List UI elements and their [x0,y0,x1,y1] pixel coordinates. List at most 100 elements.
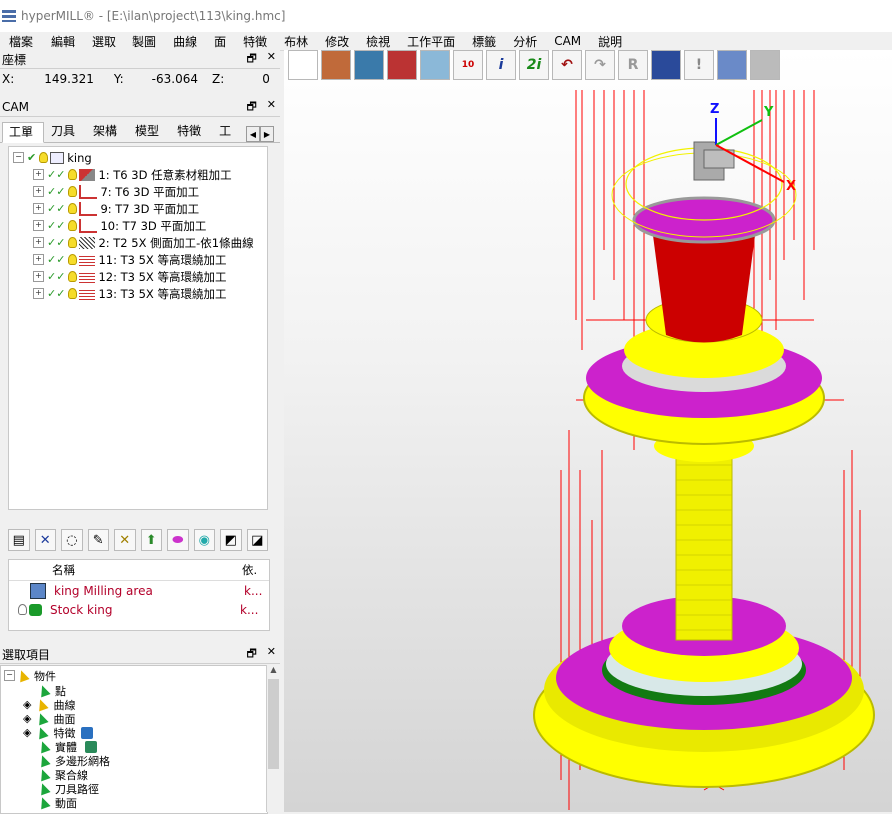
menu-help[interactable]: 說明 [598,33,622,50]
tab-structure[interactable]: 架構 [86,121,128,142]
job-item[interactable]: + ✓✓ 7: T6 3D 平面加工 [33,183,199,200]
reference-row[interactable]: Stock king k... [9,600,269,619]
menu-file[interactable]: 檔案 [9,33,33,50]
expand-icon[interactable]: + [33,271,44,282]
menu-analysis[interactable]: 分析 [513,33,537,50]
tab-scroll-left-icon[interactable]: ◀ [246,126,260,142]
edit-icon[interactable]: ✎ [87,529,109,551]
tree-root[interactable]: − ✔ king [13,149,92,166]
expand-diamond-icon[interactable]: ◈ [23,698,31,711]
scroll-thumb[interactable] [268,679,279,769]
tab-models[interactable]: 模型 [128,121,170,142]
model-view[interactable]: Z Y X [284,50,892,812]
cut-icon[interactable]: ✕ [114,529,136,551]
collapse-icon[interactable]: − [13,152,24,163]
expand-icon[interactable]: + [33,237,44,248]
frame-icon[interactable] [354,50,384,80]
selection-root[interactable]: − 物件 [4,668,56,683]
simulate-icon[interactable]: ◉ [193,529,215,551]
redo-icon[interactable]: ↷ [585,50,615,80]
float-icon[interactable]: 🗗 [246,50,256,69]
job-item[interactable]: + ✓✓ 13: T3 5X 等高環繞加工 [33,285,226,302]
job-item[interactable]: + ✓✓ 11: T3 5X 等高環繞加工 [33,251,226,268]
job-item[interactable]: + ✓✓ 1: T6 3D 任意素材粗加工 [33,166,232,183]
menu-boolean[interactable]: 布林 [284,33,308,50]
expand-icon[interactable]: + [33,288,44,299]
close-icon[interactable]: ✕ [267,645,276,664]
info-icon[interactable]: i [486,50,516,80]
menu-view[interactable]: 檢視 [366,33,390,50]
expand-icon[interactable]: + [33,203,44,214]
check-icon: ✓✓ [47,236,66,249]
warning-icon[interactable]: ! [684,50,714,80]
menu-select[interactable]: 選取 [92,33,116,50]
bulb-icon[interactable] [68,220,78,231]
move-icon[interactable]: ⬆ [140,529,162,551]
check-icon: ✓✓ [47,202,66,215]
expand-diamond-icon[interactable]: ◈ [23,712,31,725]
menu-cam[interactable]: CAM [554,34,581,48]
close-icon[interactable]: ✕ [267,50,276,69]
menu-draw[interactable]: 製圖 [132,33,156,50]
tab-tools[interactable]: 刀具 [44,121,86,142]
bulb-icon[interactable] [68,186,78,197]
stock-definition-icon[interactable] [321,50,351,80]
menu-modify[interactable]: 修改 [325,33,349,50]
bulb-icon[interactable] [39,152,49,163]
bulb-icon[interactable] [18,604,27,615]
calculate-icon[interactable]: ◩ [220,529,242,551]
job-item[interactable]: + ✓✓ 12: T3 5X 等高環繞加工 [33,268,226,285]
job-item[interactable]: + ✓✓ 2: T2 5X 側面加工-依1條曲線 [33,234,254,251]
tool-database-icon[interactable] [420,50,450,80]
info-2-icon[interactable]: 2i [519,50,549,80]
tab-more[interactable]: 工 [212,121,234,142]
expand-icon[interactable]: + [33,220,44,231]
bulb-icon[interactable] [68,254,78,265]
graphics-viewport[interactable]: Z Y X 10 i 2i ↶ ↷ R ! [284,50,892,812]
tab-scroll[interactable]: ◀ ▶ [246,126,274,142]
new-job-icon[interactable]: ▤ [8,529,30,551]
menu-feature[interactable]: 特徵 [243,33,267,50]
float-icon[interactable]: 🗗 [246,98,256,117]
tab-scroll-right-icon[interactable]: ▶ [260,126,274,142]
bulb-icon[interactable] [68,288,78,299]
stock-icon[interactable]: ⬬ [167,529,189,551]
simulation-icon[interactable] [717,50,747,80]
menu-tag[interactable]: 標籤 [472,33,496,50]
scroll-up-icon[interactable]: ▲ [267,665,280,677]
delete-icon[interactable]: ✕ [34,529,56,551]
bulb-icon[interactable] [68,169,78,180]
tab-features[interactable]: 特徵 [170,121,212,142]
bulb-icon[interactable] [68,237,78,248]
menu-curve[interactable]: 曲線 [173,33,197,50]
expand-diamond-icon[interactable]: ◈ [23,726,31,739]
expand-icon[interactable]: + [33,186,44,197]
bulb-icon[interactable] [68,271,78,282]
tab-jobs[interactable]: 工單 [2,122,45,143]
macro-icon[interactable]: 10 [453,50,483,80]
undo-icon[interactable]: ↶ [552,50,582,80]
menu-edit[interactable]: 編輯 [51,33,75,50]
post-icon[interactable]: ◪ [246,529,268,551]
model-icon[interactable] [387,50,417,80]
solid-view-icon[interactable] [651,50,681,80]
selection-scrollbar[interactable]: ▲ [266,665,280,812]
selection-item[interactable]: 動面 [37,795,77,810]
collapse-icon[interactable]: − [4,670,15,681]
expand-icon[interactable]: + [33,169,44,180]
reference-row[interactable]: king Milling area k... [9,581,269,600]
expand-icon[interactable]: + [33,254,44,265]
job-item[interactable]: + ✓✓ 10: T7 3D 平面加工 [33,217,206,234]
menu-workplane[interactable]: 工作平面 [407,33,455,50]
post-processor-icon[interactable] [750,50,780,80]
comment-icon[interactable]: ◌ [61,529,83,551]
menu-surface[interactable]: 面 [214,33,226,50]
close-icon[interactable]: ✕ [267,98,276,117]
new-document-icon[interactable] [288,50,318,80]
job-label: 2: T2 5X 側面加工-依1條曲線 [98,235,254,250]
bulb-icon[interactable] [68,203,78,214]
feature-icon [81,726,94,739]
reset-icon[interactable]: R [618,50,648,80]
job-item[interactable]: + ✓✓ 9: T7 3D 平面加工 [33,200,199,217]
float-icon[interactable]: 🗗 [246,645,256,664]
